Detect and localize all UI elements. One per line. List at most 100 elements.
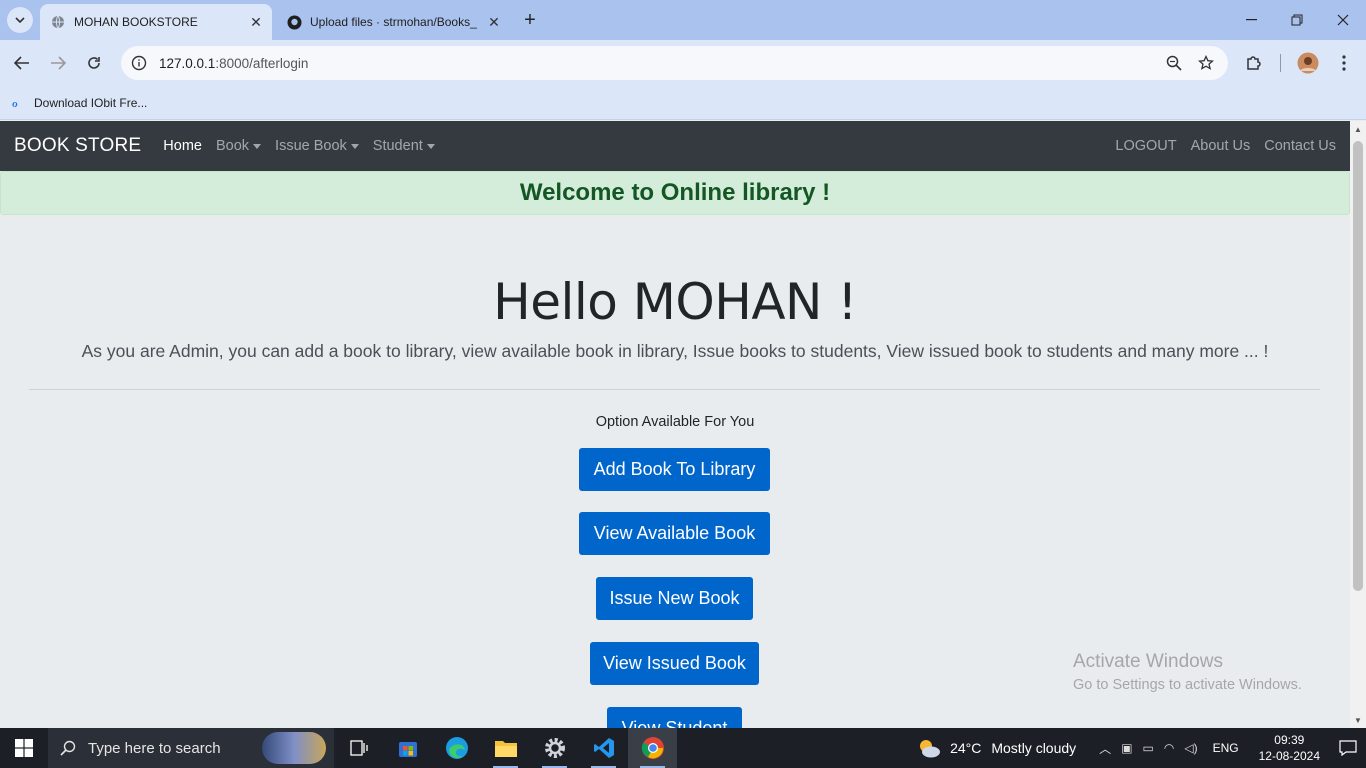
arrow-right-icon bbox=[51, 56, 66, 70]
toolbar-separator bbox=[1280, 54, 1281, 72]
security-icon[interactable]: ▣ bbox=[1121, 741, 1132, 755]
caret-down-icon bbox=[350, 143, 359, 149]
volume-icon[interactable]: ◁) bbox=[1184, 741, 1197, 755]
caret-down-icon bbox=[253, 143, 262, 149]
tab-title: Upload files · strmohan/Books_ bbox=[310, 15, 477, 29]
weather-widget[interactable]: 24°C Mostly cloudy bbox=[916, 737, 1076, 759]
zoom-icon[interactable] bbox=[1158, 47, 1190, 79]
page-scrollbar[interactable]: ▲ ▼ bbox=[1350, 121, 1366, 728]
file-explorer-button[interactable] bbox=[481, 728, 530, 768]
weather-temp: 24°C bbox=[950, 740, 982, 756]
nav-student-dropdown[interactable]: Student bbox=[373, 138, 435, 154]
issue-new-book-button[interactable]: Issue New Book bbox=[596, 577, 753, 620]
scrollbar-thumb[interactable] bbox=[1353, 141, 1363, 591]
notification-center-button[interactable] bbox=[1330, 740, 1366, 756]
restore-button[interactable] bbox=[1274, 0, 1320, 40]
kebab-menu-icon bbox=[1342, 55, 1346, 71]
url-host: 127.0.0.1 bbox=[159, 55, 216, 71]
search-highlight-image bbox=[262, 732, 326, 764]
clock-time: 09:39 bbox=[1274, 733, 1305, 747]
tab-search-button[interactable] bbox=[7, 7, 33, 33]
view-issued-book-button[interactable]: View Issued Book bbox=[590, 642, 759, 685]
tab-mohan-bookstore[interactable]: MOHAN BOOKSTORE ✕ bbox=[40, 4, 272, 40]
forward-button[interactable] bbox=[44, 49, 72, 77]
scroll-up-icon[interactable]: ▲ bbox=[1350, 121, 1366, 137]
site-info-icon[interactable] bbox=[129, 53, 149, 73]
divider bbox=[29, 389, 1320, 390]
tab-upload-files[interactable]: Upload files · strmohan/Books_ ✕ bbox=[278, 4, 510, 40]
task-view-button[interactable] bbox=[334, 728, 383, 768]
folder-icon bbox=[494, 741, 517, 757]
chevron-down-icon bbox=[15, 17, 25, 23]
notification-icon bbox=[1339, 740, 1357, 756]
reload-button[interactable] bbox=[80, 49, 108, 77]
restore-icon bbox=[1291, 14, 1303, 26]
chrome-icon bbox=[641, 737, 664, 759]
partly-cloudy-icon bbox=[920, 740, 941, 758]
arrow-left-icon bbox=[14, 56, 29, 70]
nav-logout[interactable]: LOGOUT bbox=[1115, 138, 1176, 154]
bookmark-item[interactable]: ℴ Download IObit Fre... bbox=[12, 92, 147, 114]
watermark-subtitle: Go to Settings to activate Windows. bbox=[1073, 677, 1302, 693]
bookmarks-bar: ℴ Download IObit Fre... bbox=[0, 86, 1366, 120]
welcome-alert: Welcome to Online library ! bbox=[0, 171, 1350, 215]
taskbar-search-box[interactable]: Type here to search bbox=[48, 728, 334, 768]
nav-book-dropdown[interactable]: Book bbox=[216, 138, 262, 154]
chevron-up-icon[interactable]: ︿ bbox=[1099, 740, 1111, 757]
start-button[interactable] bbox=[0, 728, 48, 768]
microsoft-store-button[interactable] bbox=[383, 728, 432, 768]
new-tab-button[interactable]: + bbox=[518, 8, 542, 32]
activate-windows-watermark: Activate Windows Go to Settings to activ… bbox=[1073, 651, 1302, 693]
edge-icon bbox=[445, 737, 468, 759]
search-placeholder: Type here to search bbox=[88, 739, 221, 757]
minimize-icon bbox=[1245, 19, 1257, 21]
nav-about-us[interactable]: About Us bbox=[1191, 138, 1251, 154]
site-navbar: BOOK STORE Home Book Issue Book Student … bbox=[0, 121, 1350, 171]
nav-student-label: Student bbox=[372, 138, 423, 154]
nav-home[interactable]: Home bbox=[163, 138, 202, 154]
close-tab-icon[interactable]: ✕ bbox=[246, 12, 266, 32]
edge-button[interactable] bbox=[432, 728, 481, 768]
clock-date: 12-08-2024 bbox=[1258, 749, 1320, 763]
vscode-button[interactable] bbox=[579, 728, 628, 768]
battery-icon[interactable]: ▭ bbox=[1143, 741, 1154, 755]
view-student-button[interactable]: View Student bbox=[607, 707, 742, 728]
profile-avatar[interactable] bbox=[1294, 49, 1322, 77]
scroll-down-icon[interactable]: ▼ bbox=[1350, 712, 1366, 728]
close-tab-icon[interactable]: ✕ bbox=[484, 12, 504, 32]
address-bar[interactable]: 127.0.0.1:8000/afterlogin bbox=[121, 46, 1228, 80]
minimize-button[interactable] bbox=[1228, 0, 1274, 40]
url-text: 127.0.0.1:8000/afterlogin bbox=[159, 56, 1158, 71]
nav-issue-book-dropdown[interactable]: Issue Book bbox=[275, 138, 359, 154]
reload-icon bbox=[88, 57, 100, 69]
nav-issue-book-label: Issue Book bbox=[275, 138, 347, 154]
gear-icon bbox=[544, 738, 565, 758]
language-indicator[interactable]: ENG bbox=[1213, 741, 1239, 755]
watermark-title: Activate Windows bbox=[1073, 651, 1223, 672]
windows-taskbar: Type here to search 24°C Mostly cloudy ︿… bbox=[0, 728, 1366, 768]
globe-icon bbox=[50, 14, 66, 30]
settings-app-button[interactable] bbox=[530, 728, 579, 768]
extensions-button[interactable] bbox=[1240, 49, 1268, 77]
system-tray: 24°C Mostly cloudy ︿ ▣ ▭ ◠ ◁) ENG 09:39 … bbox=[916, 728, 1366, 768]
page-viewport: BOOK STORE Home Book Issue Book Student … bbox=[0, 121, 1350, 728]
browser-tab-strip: MOHAN BOOKSTORE ✕ Upload files · strmoha… bbox=[0, 0, 1366, 40]
chrome-button[interactable] bbox=[628, 728, 677, 768]
task-view-icon bbox=[349, 740, 368, 756]
close-window-button[interactable] bbox=[1320, 0, 1366, 40]
browser-menu-button[interactable] bbox=[1330, 49, 1358, 77]
brand-logo[interactable]: BOOK STORE bbox=[14, 135, 141, 157]
wifi-icon[interactable]: ◠ bbox=[1164, 741, 1174, 755]
github-icon bbox=[286, 14, 302, 30]
admin-description: As you are Admin, you can add a book to … bbox=[81, 341, 1269, 361]
nav-contact-us[interactable]: Contact Us bbox=[1264, 138, 1336, 154]
vscode-icon bbox=[593, 738, 614, 758]
add-book-button[interactable]: Add Book To Library bbox=[579, 448, 770, 491]
weather-desc: Mostly cloudy bbox=[991, 740, 1077, 756]
avatar-icon bbox=[1297, 52, 1319, 74]
back-button[interactable] bbox=[8, 49, 36, 77]
clock[interactable]: 09:39 12-08-2024 bbox=[1259, 732, 1320, 764]
view-available-book-button[interactable]: View Available Book bbox=[579, 512, 770, 555]
greeting-heading: Hello MOHAN ! bbox=[493, 273, 857, 331]
bookmark-star-icon[interactable] bbox=[1190, 47, 1222, 79]
